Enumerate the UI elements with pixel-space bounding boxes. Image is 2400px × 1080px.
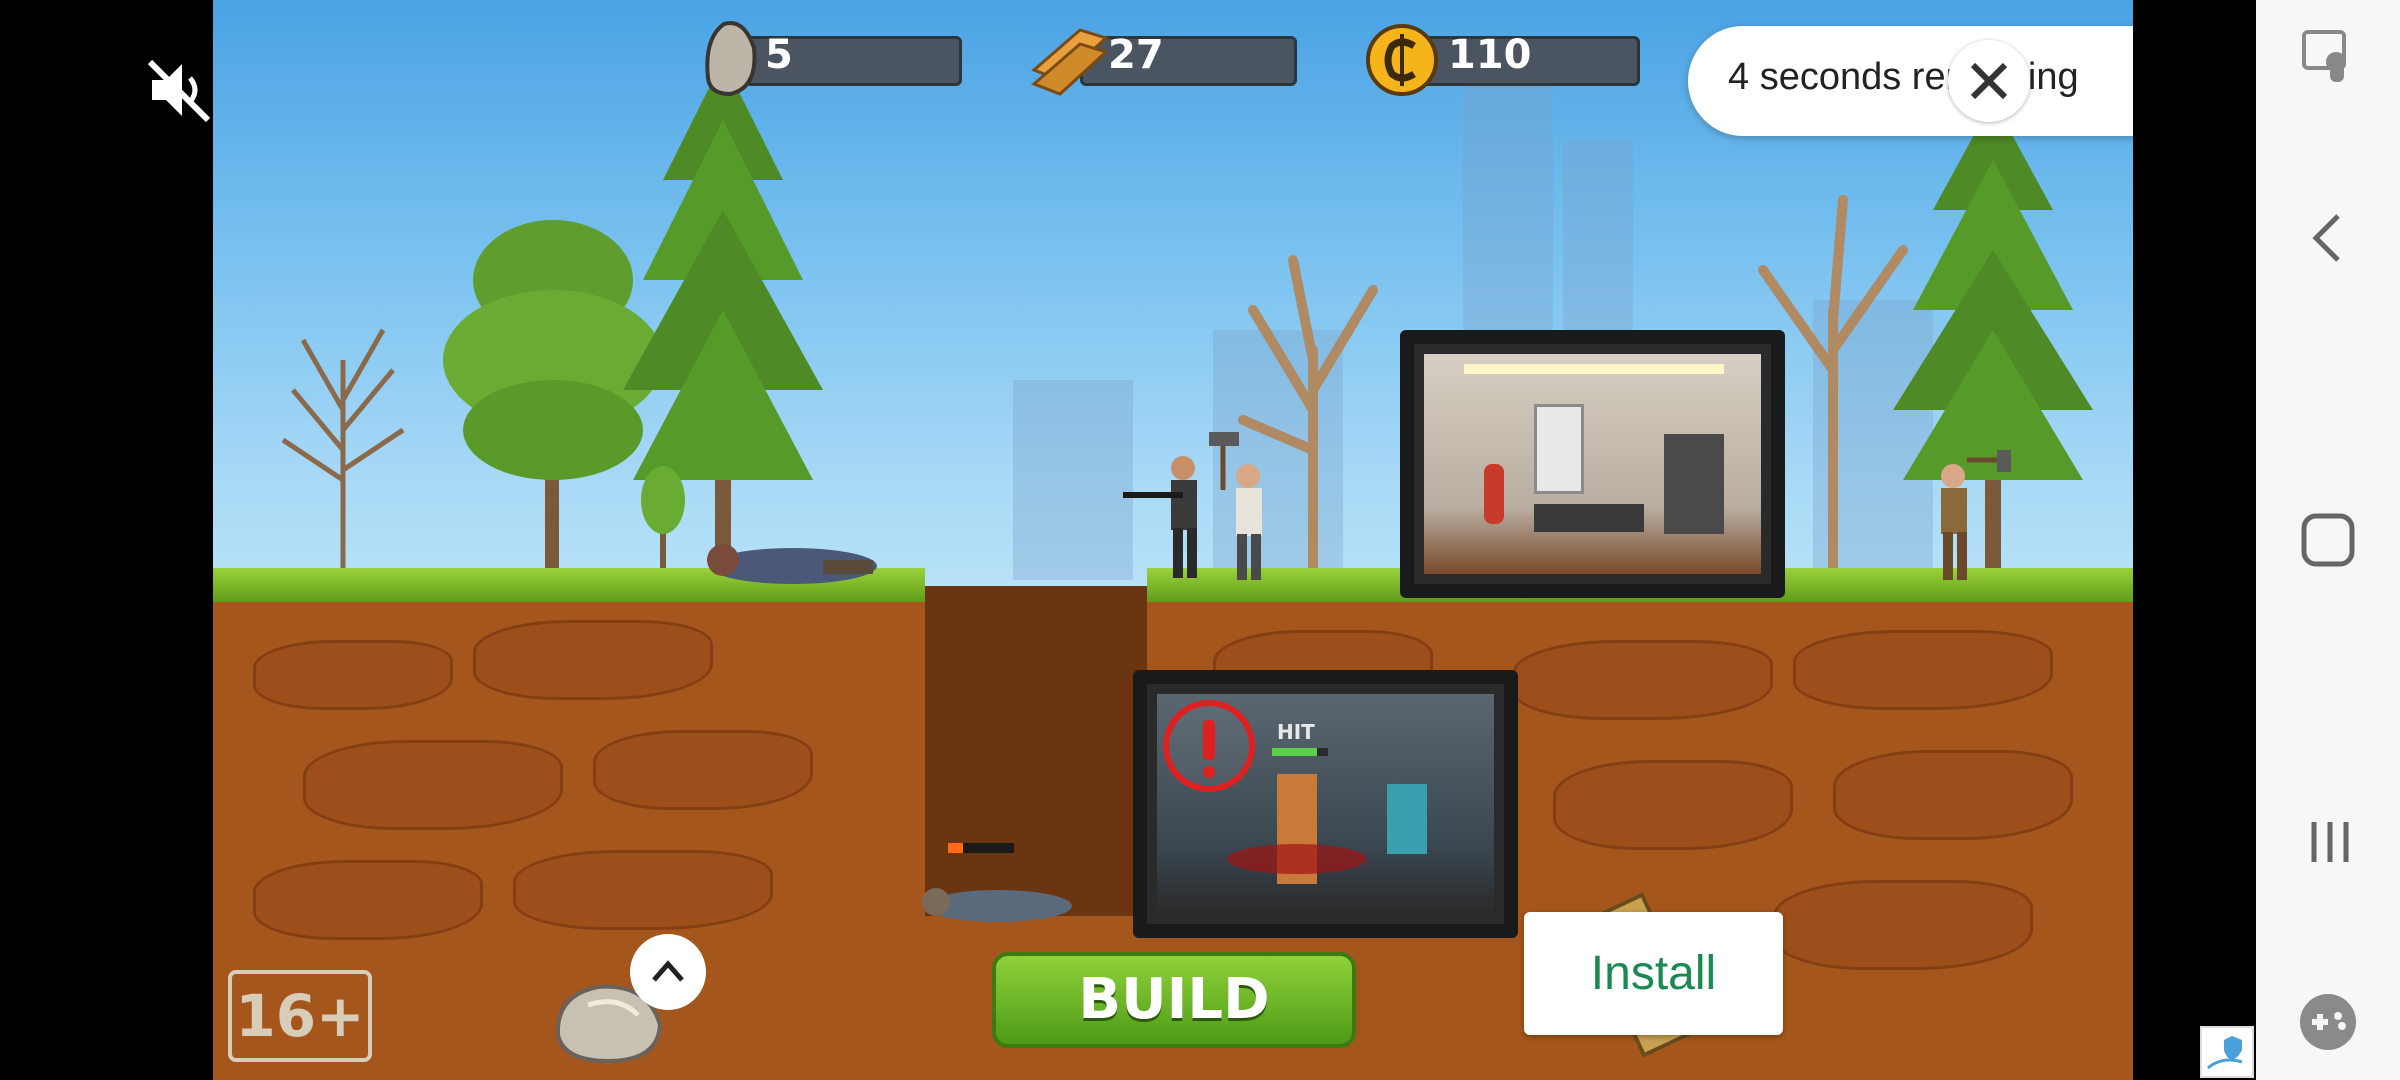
survivor-with-rifle (1123, 456, 1197, 578)
ad-choices-icon (2207, 1036, 2243, 1070)
wood-count: 27 (1108, 32, 1164, 78)
home-icon[interactable] (2300, 512, 2356, 568)
small-sapling (641, 466, 685, 580)
alert-icon[interactable] (1163, 700, 1255, 792)
dirt-slab (1553, 760, 1793, 850)
stone-icon (705, 21, 757, 97)
dirt-slab (513, 850, 773, 930)
dirt-slab (473, 620, 713, 700)
fallen-zombie (922, 888, 1072, 922)
game-canvas[interactable]: HIT (213, 0, 2133, 1080)
dirt-slab (1773, 880, 2033, 970)
punching-bag (1484, 464, 1504, 524)
dirt-slab (593, 730, 813, 810)
zombie-health-bar (948, 843, 1014, 853)
coins-count: 110 (1448, 32, 1532, 78)
blood-splat (1227, 844, 1367, 874)
dirt-slab (253, 640, 453, 710)
build-button[interactable]: BUILD (992, 952, 1356, 1048)
dug-pit (925, 586, 1147, 916)
expand-button[interactable] (630, 934, 706, 1010)
dumbbell-rack (1534, 504, 1644, 532)
speaker-muted-icon[interactable] (146, 56, 214, 124)
letterbox-right (2133, 0, 2256, 1080)
ad-choices-badge[interactable] (2200, 1026, 2254, 1078)
bare-tree (281, 328, 405, 580)
room-status-label: HIT (1277, 720, 1315, 744)
stone-count: 5 (765, 32, 793, 78)
city-silhouette (1013, 380, 1133, 580)
weight-machine (1664, 434, 1724, 534)
coin-icon (1366, 24, 1438, 96)
recents-icon[interactable] (2306, 818, 2354, 866)
survivor-with-hammer (1209, 432, 1262, 580)
fallen-zombie (707, 544, 877, 584)
dirt-slab (1793, 630, 2053, 710)
dirt-slab (1513, 640, 1773, 720)
screen-touch-icon[interactable] (2300, 28, 2360, 88)
game-tools-icon[interactable] (2298, 992, 2358, 1052)
ad-close-button[interactable] (1948, 40, 2030, 122)
survivor-with-hammer (1941, 450, 2011, 580)
system-nav-bar (2256, 0, 2400, 1080)
room-health-bar (1272, 748, 1328, 756)
gym-room[interactable] (1400, 330, 1785, 598)
install-button[interactable]: Install (1524, 912, 1783, 1035)
chevron-up-icon (652, 960, 684, 982)
back-icon[interactable] (2308, 210, 2348, 266)
workshop-room[interactable]: HIT (1133, 670, 1518, 938)
dirt-slab (253, 860, 483, 940)
dirt-slab (1833, 750, 2073, 840)
letterbox-left (0, 0, 213, 1080)
close-icon (1970, 62, 2008, 100)
machine (1387, 784, 1427, 854)
dirt-slab (303, 740, 563, 830)
wood-planks-icon (1031, 28, 1109, 96)
age-rating-badge: 16+ (228, 970, 372, 1062)
mirror (1534, 404, 1584, 494)
